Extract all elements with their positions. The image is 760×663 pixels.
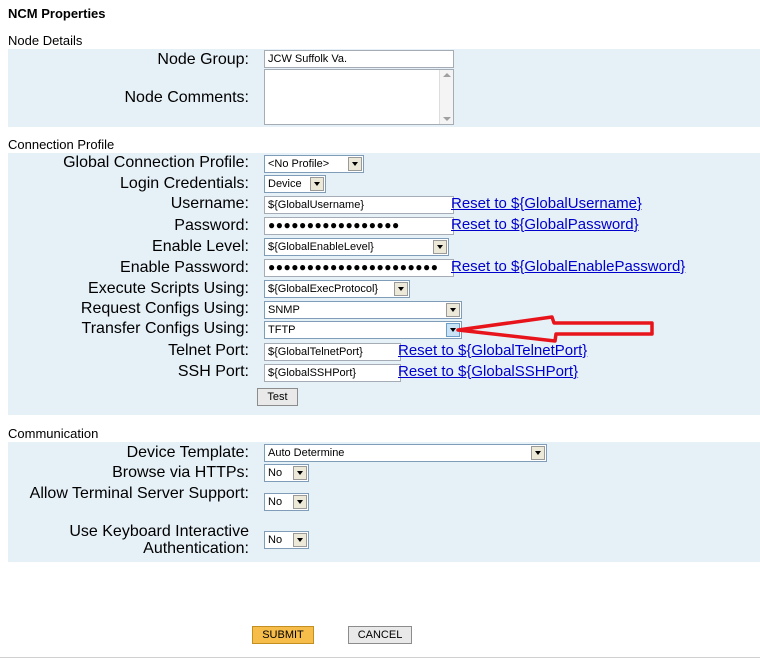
execute-scripts-value: ${GlobalExecProtocol} <box>268 283 379 295</box>
request-configs-label: Request Configs Using: <box>80 300 249 317</box>
chevron-down-icon[interactable] <box>348 157 362 171</box>
login-credentials-label: Login Credentials: <box>120 175 249 192</box>
request-configs-value: SNMP <box>268 304 300 316</box>
transfer-configs-select[interactable]: TFTP <box>264 321 462 339</box>
global-profile-select[interactable]: <No Profile> <box>264 155 364 173</box>
enable-level-select[interactable]: ${GlobalEnableLevel} <box>264 238 449 256</box>
device-template-value: Auto Determine <box>268 447 345 459</box>
enable-password-label: Enable Password: <box>120 259 249 276</box>
telnet-port-label: Telnet Port: <box>168 342 249 359</box>
chevron-down-icon[interactable] <box>293 533 307 547</box>
global-profile-label: Global Connection Profile: <box>63 154 249 171</box>
terminal-server-select[interactable]: No <box>264 493 309 511</box>
transfer-configs-label: Transfer Configs Using: <box>81 320 249 337</box>
password-input[interactable]: ●●●●●●●●●●●●●●●●● <box>264 217 454 235</box>
login-credentials-select[interactable]: Device <box>264 175 326 193</box>
request-configs-select[interactable]: SNMP <box>264 301 462 319</box>
footer-divider <box>0 657 760 658</box>
reset-enable-password-link[interactable]: Reset to ${GlobalEnablePassword} <box>451 258 685 275</box>
transfer-configs-value: TFTP <box>268 324 296 336</box>
connection-profile-panel: Global Connection Profile: <No Profile> … <box>8 153 760 415</box>
node-details-panel: Node Group: JCW Suffolk Va. Node Comment… <box>8 49 760 127</box>
node-group-input[interactable]: JCW Suffolk Va. <box>264 50 454 68</box>
username-label: Username: <box>170 195 249 212</box>
chevron-down-icon[interactable] <box>394 282 408 296</box>
textarea-scrollbar[interactable] <box>439 70 453 124</box>
chevron-down-icon[interactable] <box>531 446 545 460</box>
section-title-communication: Communication <box>8 426 99 441</box>
keyboard-auth-select[interactable]: No <box>264 531 309 549</box>
cancel-button[interactable]: CANCEL <box>348 626 412 644</box>
keyboard-auth-label: Use Keyboard Interactive Authentication: <box>69 523 249 557</box>
reset-ssh-port-link[interactable]: Reset to ${GlobalSSHPort} <box>398 363 578 380</box>
node-comments-textarea[interactable] <box>264 69 454 125</box>
node-comments-label: Node Comments: <box>124 89 250 106</box>
browse-https-value: No <box>268 467 283 479</box>
communication-panel: Device Template: Auto Determine Browse v… <box>8 442 760 562</box>
terminal-server-value: No <box>268 496 283 508</box>
telnet-port-input[interactable]: ${GlobalTelnetPort} <box>264 343 401 361</box>
terminal-server-label: Allow Terminal Server Support: <box>29 485 249 502</box>
section-title-node-details: Node Details <box>8 33 83 48</box>
scroll-down-icon[interactable] <box>443 117 451 121</box>
chevron-down-icon[interactable] <box>433 240 447 254</box>
chevron-down-icon[interactable] <box>293 466 307 480</box>
username-input[interactable]: ${GlobalUsername} <box>264 196 454 214</box>
password-label: Password: <box>174 217 249 234</box>
reset-username-link[interactable]: Reset to ${GlobalUsername} <box>451 195 642 212</box>
enable-password-input[interactable]: ●●●●●●●●●●●●●●●●●●●●●● <box>264 259 454 277</box>
device-template-label: Device Template: <box>126 444 249 461</box>
chevron-down-icon[interactable] <box>446 303 460 317</box>
section-title-connection-profile: Connection Profile <box>8 137 115 152</box>
browse-https-label: Browse via HTTPs: <box>112 464 249 481</box>
device-template-select[interactable]: Auto Determine <box>264 444 547 462</box>
chevron-down-icon[interactable] <box>310 177 324 191</box>
login-credentials-value: Device <box>268 178 302 190</box>
execute-scripts-select[interactable]: ${GlobalExecProtocol} <box>264 280 410 298</box>
test-button[interactable]: Test <box>257 388 298 406</box>
reset-password-link[interactable]: Reset to ${GlobalPassword} <box>451 216 639 233</box>
enable-level-label: Enable Level: <box>152 238 249 255</box>
page-title: NCM Properties <box>8 6 106 21</box>
chevron-down-icon[interactable] <box>446 323 460 337</box>
submit-button[interactable]: SUBMIT <box>252 626 314 644</box>
scroll-up-icon[interactable] <box>443 73 451 77</box>
execute-scripts-label: Execute Scripts Using: <box>88 280 249 297</box>
ssh-port-label: SSH Port: <box>177 363 249 380</box>
ssh-port-input[interactable]: ${GlobalSSHPort} <box>264 364 401 382</box>
node-group-label: Node Group: <box>157 51 249 68</box>
global-profile-value: <No Profile> <box>268 158 330 170</box>
keyboard-auth-value: No <box>268 534 283 546</box>
reset-telnet-port-link[interactable]: Reset to ${GlobalTelnetPort} <box>398 342 587 359</box>
chevron-down-icon[interactable] <box>293 495 307 509</box>
browse-https-select[interactable]: No <box>264 464 309 482</box>
enable-level-value: ${GlobalEnableLevel} <box>268 241 374 253</box>
